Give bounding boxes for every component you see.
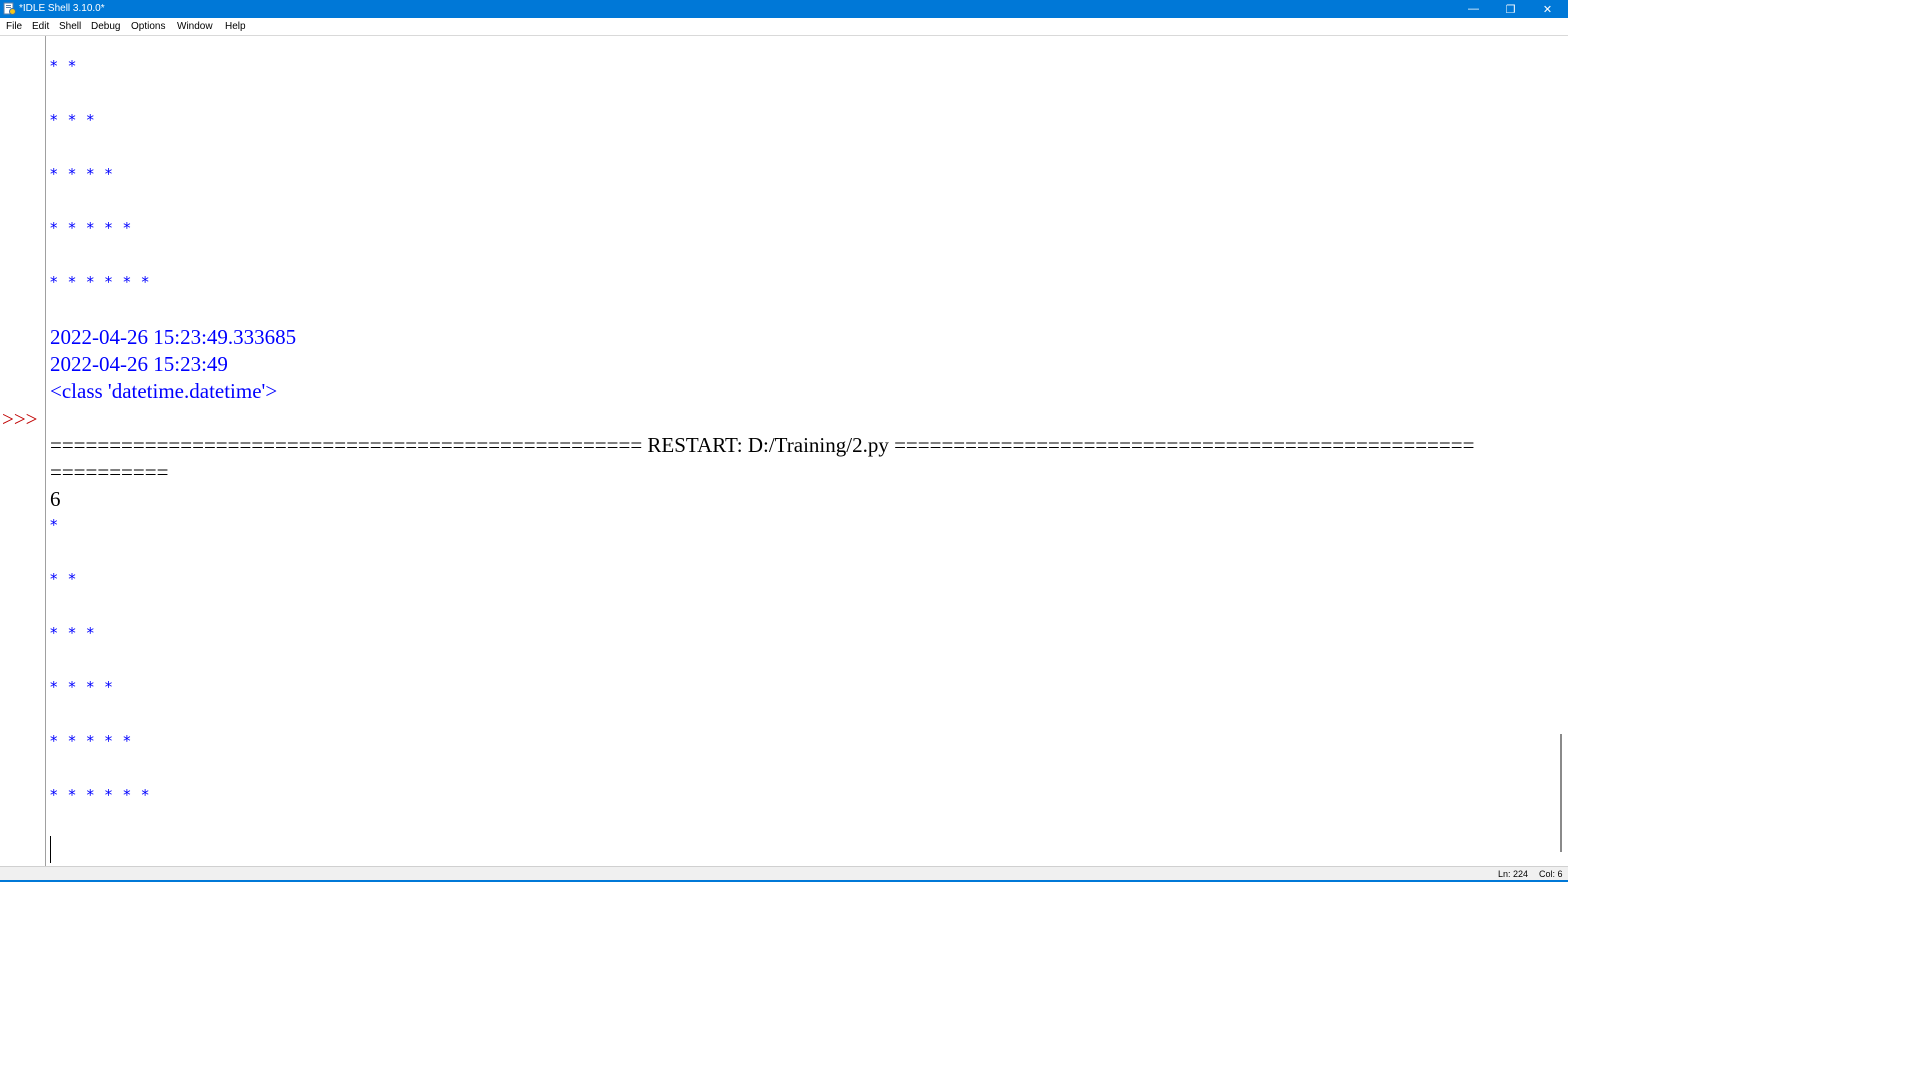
- menu-file[interactable]: File: [6, 21, 22, 33]
- shell-output-line: *: [50, 516, 61, 534]
- shell-prompt: >>>: [2, 407, 38, 431]
- shell-output-line: * * * * *: [50, 219, 134, 237]
- shell-output-line: 2022-04-26 15:23:49: [50, 352, 228, 376]
- shell-output-line: * * *: [50, 624, 98, 642]
- menu-shell[interactable]: Shell: [59, 21, 81, 33]
- title-bar: *IDLE Shell 3.10.0* — ❐ ✕: [0, 0, 1568, 18]
- shell-output-line: * * * * * *: [50, 786, 152, 804]
- menu-debug[interactable]: Debug: [91, 21, 120, 33]
- minimize-button[interactable]: —: [1455, 0, 1492, 18]
- shell-output-line: * * * * *: [50, 732, 134, 750]
- shell-output-line: 2022-04-26 15:23:49.333685: [50, 325, 297, 349]
- status-line-number: Ln: 224: [1498, 869, 1529, 879]
- shell-output-line: <class 'datetime.datetime'>: [50, 379, 278, 403]
- window-title: *IDLE Shell 3.10.0*: [19, 3, 105, 14]
- restore-button[interactable]: ❐: [1492, 0, 1529, 18]
- vertical-scrollbar[interactable]: [1552, 36, 1568, 866]
- shell-text-area[interactable]: * * * * * * * * * * * * * * * * * * * * …: [47, 36, 1552, 866]
- text-cursor: [50, 836, 51, 863]
- shell-output-line: * * * * * *: [50, 273, 152, 291]
- shell-output-line: * * * *: [50, 165, 116, 183]
- status-column-number: Col: 6: [1539, 869, 1563, 879]
- shell-input-line: 6: [50, 487, 61, 511]
- menu-options[interactable]: Options: [131, 21, 165, 33]
- restart-banner: ========================================…: [50, 433, 1475, 457]
- idle-app-icon: [3, 2, 16, 15]
- shell-output-line: * *: [50, 570, 79, 588]
- scrollbar-thumb[interactable]: [1560, 734, 1562, 852]
- menu-bar: File Edit Shell Debug Options Window Hel…: [0, 18, 1568, 36]
- prompt-gutter: >>>: [0, 36, 46, 866]
- shell-output-line: * * * *: [50, 678, 116, 696]
- close-button[interactable]: ✕: [1529, 0, 1566, 18]
- shell-output-line: * * *: [50, 111, 98, 129]
- menu-window[interactable]: Window: [177, 21, 213, 33]
- shell-output-line: * *: [50, 57, 79, 75]
- window-bottom-edge: [0, 880, 1568, 882]
- menu-help[interactable]: Help: [225, 21, 246, 33]
- restart-banner-wrap: ==========: [50, 460, 169, 484]
- menu-edit[interactable]: Edit: [32, 21, 49, 33]
